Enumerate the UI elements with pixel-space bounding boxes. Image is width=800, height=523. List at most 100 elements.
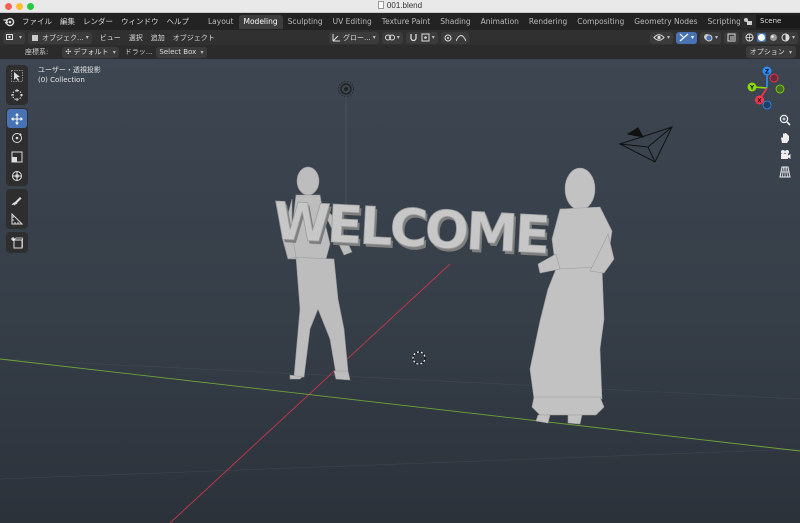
- cursor-arrow-icon: [11, 69, 23, 82]
- gizmo-neg-y[interactable]: [775, 84, 785, 94]
- tool-shelf: [6, 65, 28, 256]
- tab-modeling[interactable]: Modeling: [238, 14, 283, 29]
- window-title: 001.blend: [0, 1, 800, 10]
- camera-object[interactable]: [618, 126, 673, 163]
- transform-orientation-dropdown[interactable]: グロー... ▾: [329, 31, 379, 44]
- document-icon: [377, 1, 384, 9]
- annotate-tool-group: [6, 189, 28, 229]
- add-cube-tool[interactable]: [7, 233, 27, 252]
- menu-edit[interactable]: 編集: [56, 13, 79, 30]
- orientation-icon: [332, 34, 340, 42]
- blender-logo-icon[interactable]: [0, 13, 18, 30]
- annotate-tool[interactable]: [7, 190, 27, 209]
- rendered-shading-icon[interactable]: [781, 33, 790, 42]
- add-tool-group: [6, 232, 28, 253]
- drag-label: ドラッ...: [124, 48, 153, 56]
- menu-view[interactable]: ビュー: [96, 33, 125, 43]
- camera-icon: [781, 150, 791, 159]
- window-title-text: 001.blend: [386, 1, 423, 10]
- tab-rendering[interactable]: Rendering: [524, 15, 572, 29]
- drag-value: Select Box: [159, 47, 197, 56]
- navigation-gizmo[interactable]: Z Y X: [745, 66, 795, 116]
- collection-label: (0) Collection: [38, 76, 85, 84]
- 3d-cursor[interactable]: [412, 351, 426, 365]
- menu-render[interactable]: レンダー: [79, 13, 117, 30]
- proportional-edit-toggle[interactable]: [440, 31, 469, 44]
- viewport-header: ▾ オブジェク... ▾ ビュー 選択 追加 オブジェクト グロー... ▾ ▾ ▾…: [0, 30, 800, 45]
- snap-toggle[interactable]: ▾: [405, 31, 438, 44]
- transform-controls: グロー... ▾ ▾ ▾: [326, 30, 469, 45]
- light-object[interactable]: [338, 81, 354, 97]
- move-tool[interactable]: [7, 109, 27, 128]
- 3d-viewport[interactable]: WELCOME WELCOME ユーザー・透視投影 (0) Collection: [0, 59, 800, 523]
- scene-icon: [740, 15, 756, 28]
- pivot-point-dropdown[interactable]: ▾: [381, 31, 403, 44]
- mode-selector[interactable]: オブジェク... ▾: [28, 31, 92, 44]
- gizmo-y-label: Y: [749, 85, 755, 92]
- magnifier-icon: [779, 114, 791, 126]
- zoom-button[interactable]: [778, 113, 792, 127]
- tab-uv-editing[interactable]: UV Editing: [328, 15, 377, 29]
- select-tool-group: [6, 65, 28, 105]
- object-mode-icon: [32, 34, 39, 41]
- gizmo-toggle[interactable]: ▾: [675, 31, 697, 44]
- xray-toggle[interactable]: [723, 31, 739, 44]
- overlays-toggle[interactable]: ▾: [699, 31, 721, 44]
- tab-shading[interactable]: Shading: [435, 15, 475, 29]
- move-arrows-icon: [11, 112, 23, 125]
- scene-name-field[interactable]: Scene: [756, 15, 800, 28]
- scale-tool[interactable]: [7, 147, 27, 166]
- top-bar: ファイル 編集 レンダー ウィンドウ ヘルプ Layout Modeling S…: [0, 13, 800, 30]
- tab-animation[interactable]: Animation: [476, 15, 524, 29]
- view-name-label: ユーザー・透視投影: [38, 66, 101, 74]
- snap-target-icon: [421, 33, 430, 42]
- orientation-label: グロー...: [343, 33, 371, 42]
- drag-dropdown[interactable]: Select Box ▾: [156, 46, 207, 58]
- tab-sculpting[interactable]: Sculpting: [283, 15, 328, 29]
- perspective-toggle-button[interactable]: [778, 165, 792, 179]
- transform-tool[interactable]: [7, 166, 27, 185]
- crosshair-cursor-icon: [11, 88, 23, 101]
- coordinate-system-value: デフォルト: [73, 47, 109, 56]
- cursor-tool[interactable]: [7, 85, 27, 104]
- hand-icon: [781, 133, 789, 143]
- pan-button[interactable]: [778, 131, 792, 145]
- options-dropdown[interactable]: オプション ▾: [745, 46, 796, 58]
- tab-geometry-nodes[interactable]: Geometry Nodes: [629, 15, 702, 29]
- editor-type-button[interactable]: ▾: [3, 31, 26, 44]
- menu-file[interactable]: ファイル: [18, 13, 56, 30]
- menu-object[interactable]: オブジェクト: [169, 33, 219, 43]
- visibility-dropdown[interactable]: ▾: [649, 31, 673, 44]
- transform-icon: [12, 170, 22, 181]
- gizmo-icon: [679, 33, 689, 42]
- gizmo-neg-z[interactable]: [762, 100, 772, 110]
- material-shading-icon[interactable]: [769, 33, 778, 42]
- rotate-icon: [12, 132, 22, 143]
- solid-shading-icon[interactable]: [756, 33, 766, 42]
- options-label: オプション: [749, 48, 785, 56]
- shading-mode-group: ▾: [741, 31, 798, 44]
- coordinate-system-dropdown[interactable]: ✣ デフォルト ▾: [62, 46, 119, 58]
- gizmo-x-label: X: [757, 98, 762, 105]
- camera-view-button[interactable]: [778, 148, 792, 162]
- ruler-icon: [11, 212, 23, 224]
- wireframe-shading-icon[interactable]: [745, 33, 754, 42]
- menu-add[interactable]: 追加: [147, 33, 169, 43]
- rotate-tool[interactable]: [7, 128, 27, 147]
- menu-help[interactable]: ヘルプ: [163, 13, 194, 30]
- pivot-icon: [384, 34, 395, 41]
- tab-compositing[interactable]: Compositing: [572, 15, 629, 29]
- tab-texture-paint[interactable]: Texture Paint: [377, 15, 435, 29]
- gizmo-neg-x[interactable]: [769, 73, 779, 83]
- select-box-tool[interactable]: [7, 66, 27, 85]
- tab-layout[interactable]: Layout: [203, 15, 239, 29]
- scene-selector[interactable]: Scene: [740, 14, 800, 29]
- menu-window[interactable]: ウィンドウ: [117, 13, 163, 30]
- window-titlebar: 001.blend: [0, 0, 800, 13]
- measure-tool[interactable]: [7, 209, 27, 228]
- eye-icon: [653, 34, 665, 41]
- workspace-tabs: Layout Modeling Sculpting UV Editing Tex…: [203, 13, 761, 30]
- scene-canvas: WELCOME WELCOME: [0, 81, 800, 523]
- menu-select[interactable]: 選択: [125, 33, 147, 43]
- floor-grid: [0, 358, 800, 480]
